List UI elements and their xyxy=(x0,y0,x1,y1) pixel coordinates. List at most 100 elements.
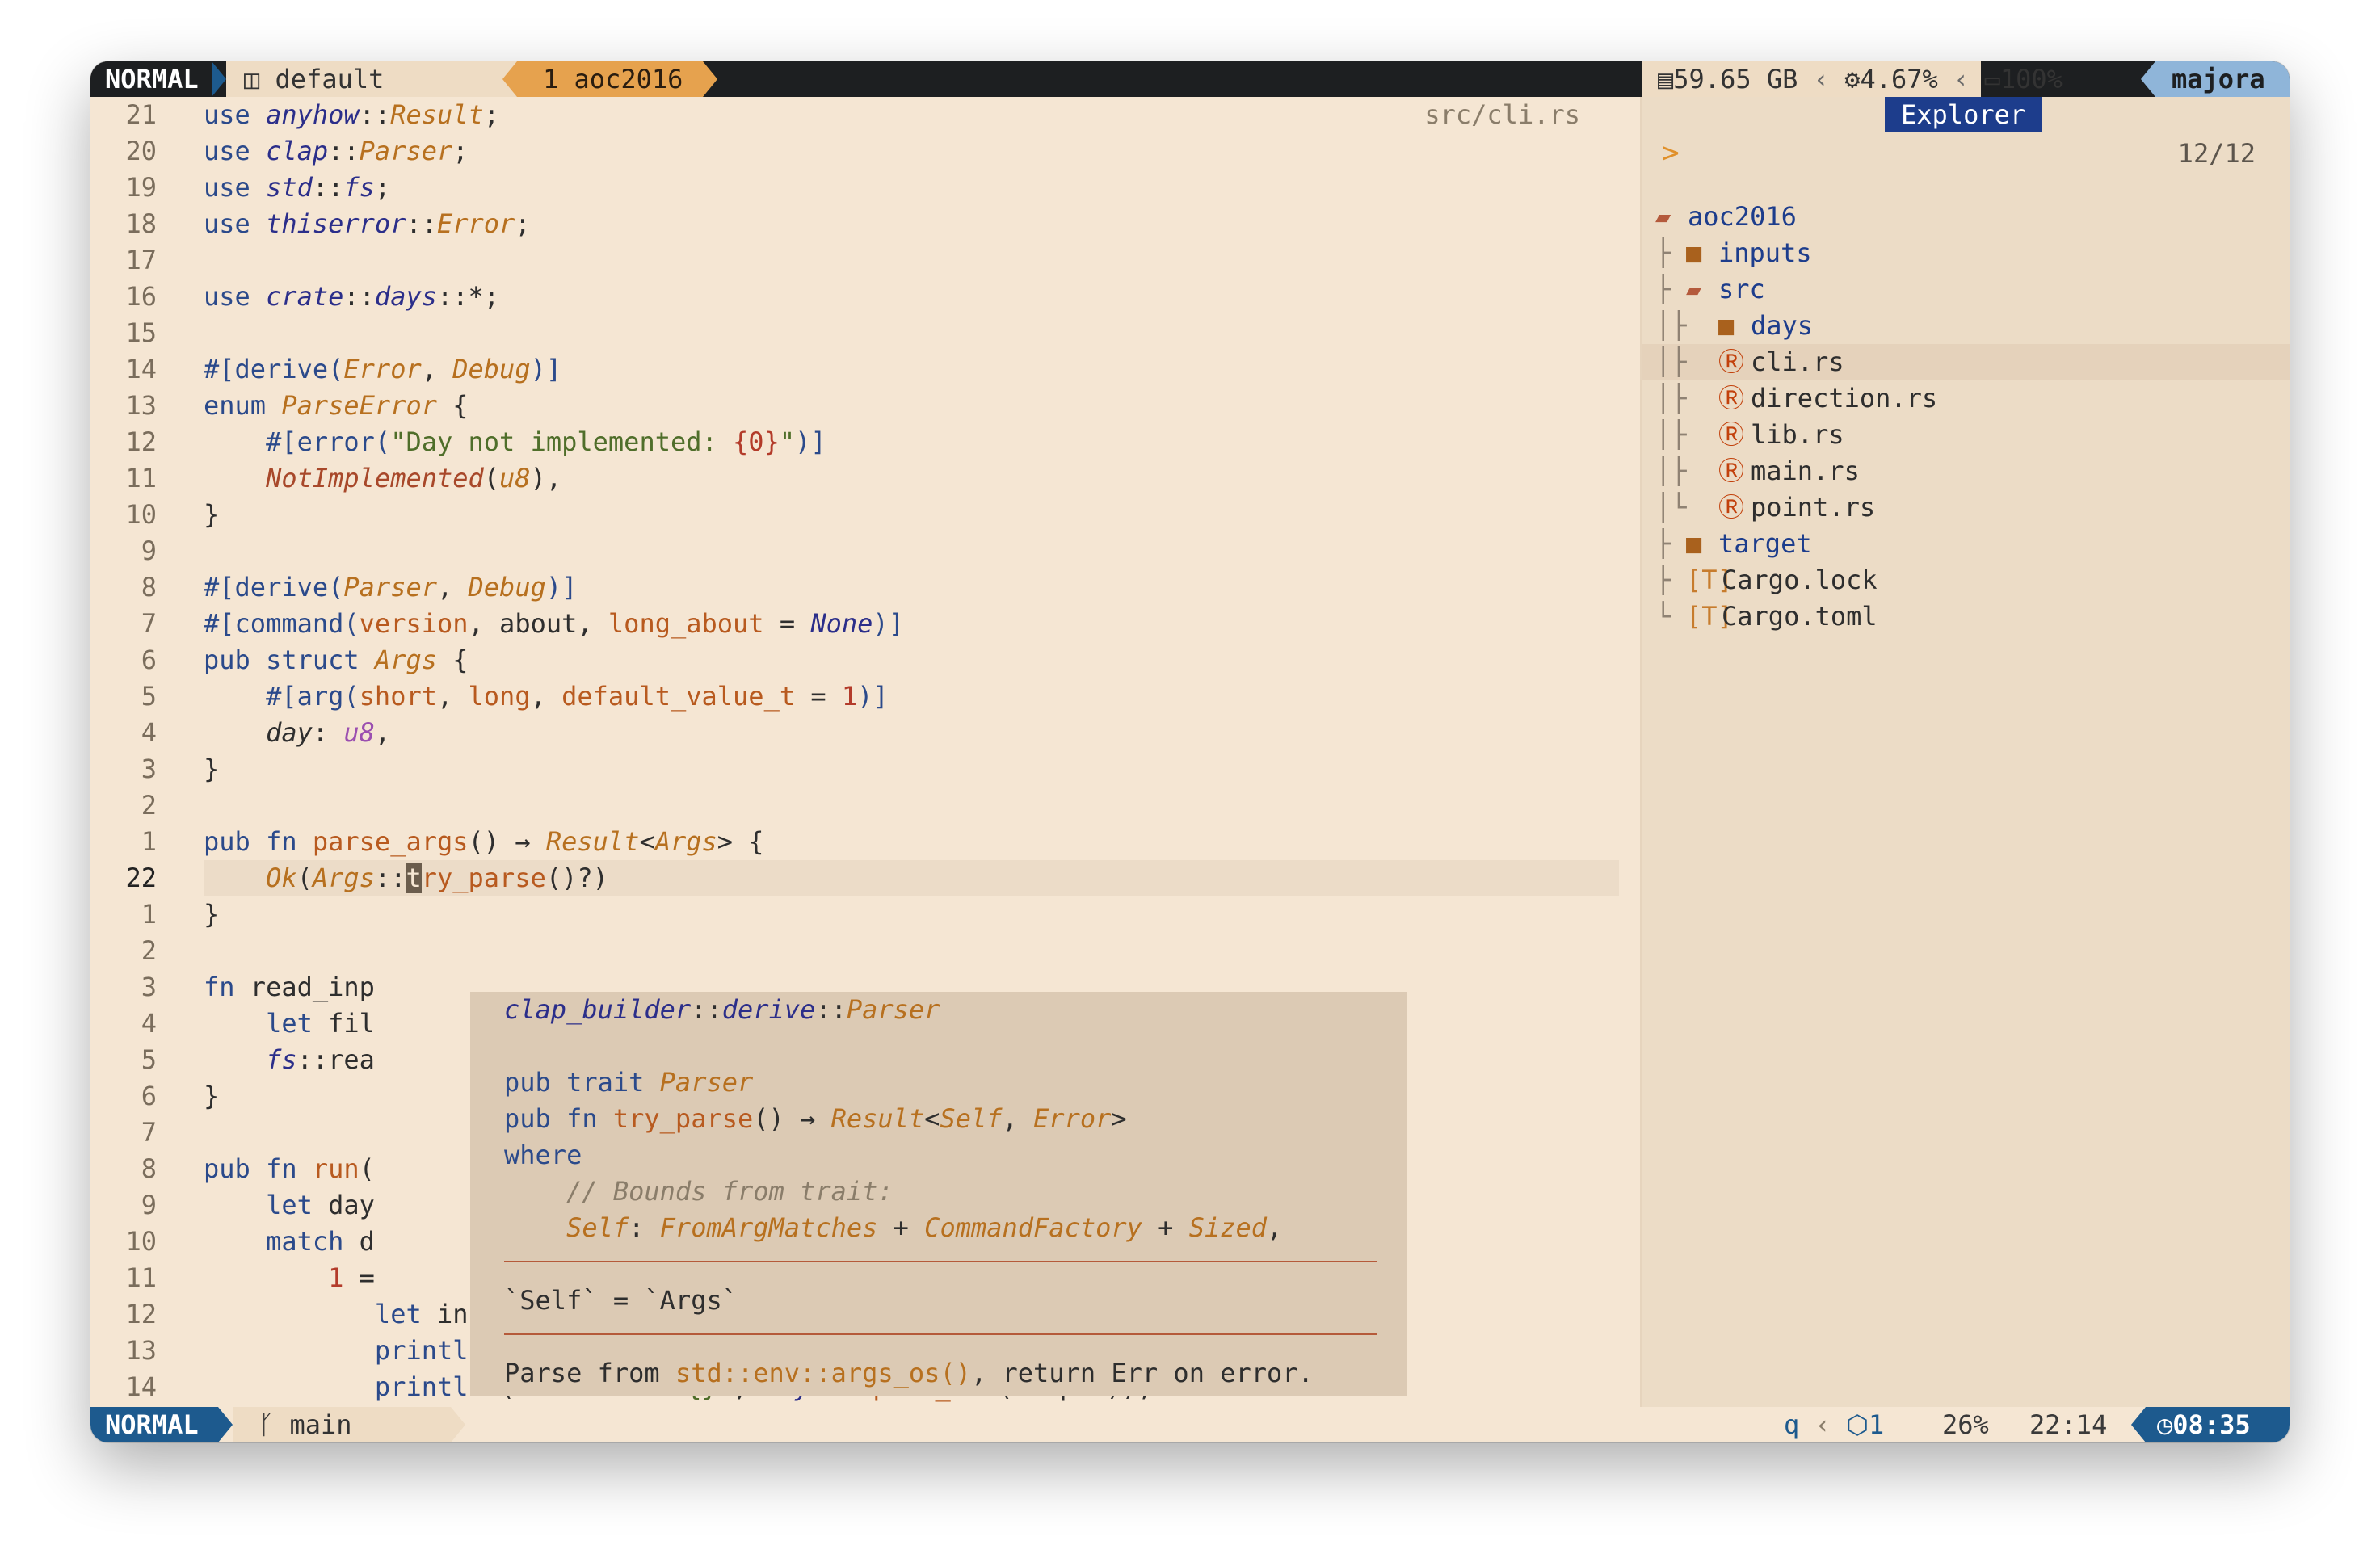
separator-arrow xyxy=(502,61,517,97)
line-number: 11 xyxy=(125,463,157,493)
code-line[interactable]: #[derive(Parser, Debug)] xyxy=(204,569,577,606)
tree-item[interactable]: │├ Ⓡcli.rs xyxy=(1642,344,2290,380)
code-line[interactable]: enum ParseError { xyxy=(204,388,469,424)
rust-icon: Ⓡ xyxy=(1718,383,1745,414)
code-line[interactable]: let fil xyxy=(204,1006,375,1042)
separator-arrow xyxy=(212,61,226,97)
layout-tab[interactable]: ◫ default xyxy=(226,61,517,97)
cpu-icon: ⚙ xyxy=(1844,64,1861,94)
code-line[interactable]: use std::fs; xyxy=(204,170,390,206)
cpu-usage: 4.67% xyxy=(1860,64,1938,94)
line-number: 11 xyxy=(125,1262,157,1293)
line-number: 2 xyxy=(141,935,157,966)
hover-signature: pub trait Parser xyxy=(504,1067,754,1098)
line-number: 20 xyxy=(125,136,157,166)
tree-item[interactable]: ├ ■ target xyxy=(1642,526,2290,562)
line-number: 6 xyxy=(141,645,157,675)
hover-where: where xyxy=(504,1140,582,1170)
folder-open-icon: ▰ xyxy=(1686,274,1702,304)
code-line[interactable]: } xyxy=(204,497,219,533)
tree-item-label: target xyxy=(1718,528,1812,559)
battery-icon: ▭ xyxy=(1984,64,2000,94)
statusline: NORMAL ᚴ main q ‹ ⬡1 26% 22:14 ◷08:35 xyxy=(90,1407,2290,1442)
line-number: 22 xyxy=(125,863,157,893)
line-number: 7 xyxy=(141,608,157,639)
line-number: 12 xyxy=(125,426,157,457)
code-line[interactable]: let day xyxy=(204,1187,375,1224)
hover-comment: // Bounds from trait: xyxy=(566,1176,894,1207)
hover-documentation-popup[interactable]: clap_builder::derive::Parser pub trait P… xyxy=(470,992,1407,1396)
hover-signature: pub fn try_parse() → Result<Self, Error> xyxy=(504,1103,1127,1134)
tree-item[interactable]: ├ ▰ src xyxy=(1642,271,2290,308)
code-line[interactable]: pub struct Args { xyxy=(204,642,469,678)
code-line[interactable]: use clap::Parser; xyxy=(204,133,469,170)
line-number: 3 xyxy=(141,972,157,1002)
code-line[interactable]: } xyxy=(204,1078,219,1115)
code-line-current[interactable]: Ok(Args::try_parse()?) xyxy=(204,860,608,896)
separator-arrow xyxy=(218,1407,233,1442)
diagnostics-icon: ⬡ xyxy=(1846,1409,1869,1440)
code-line[interactable]: #[command(version, about, long_about = N… xyxy=(204,606,904,642)
code-line[interactable]: } xyxy=(204,896,219,933)
code-line[interactable]: use anyhow::Result; xyxy=(204,97,499,133)
tree-item-label: Cargo.lock xyxy=(1722,565,1878,595)
tree-item-label: src xyxy=(1718,274,1765,304)
tree-guide: ├ xyxy=(1655,274,1671,304)
rust-icon: Ⓡ xyxy=(1718,492,1745,523)
tree-item[interactable]: └ [T] Cargo.toml xyxy=(1642,598,2290,635)
clock: ◷08:35 xyxy=(2146,1407,2290,1442)
mode-indicator: NORMAL xyxy=(90,61,212,97)
tree-item-label: point.rs xyxy=(1751,492,1876,523)
line-number: 14 xyxy=(125,1371,157,1402)
code-line[interactable]: 1 = xyxy=(204,1260,375,1296)
line-number: 10 xyxy=(125,499,157,530)
code-line[interactable]: fn read_inp xyxy=(204,969,375,1006)
line-number: 16 xyxy=(125,281,157,312)
tree-item[interactable]: │├ Ⓡlib.rs xyxy=(1642,417,2290,453)
git-branch-icon: ᚴ xyxy=(259,1409,290,1440)
tree-guide: ├ xyxy=(1655,237,1671,268)
tree-item[interactable]: │├ Ⓡdirection.rs xyxy=(1642,380,2290,417)
cursor-position: 22:14 xyxy=(2029,1409,2108,1440)
code-line[interactable]: pub fn run( xyxy=(204,1151,375,1187)
code-line[interactable]: use crate::days::*; xyxy=(204,279,499,315)
tree-item[interactable]: │├ Ⓡmain.rs xyxy=(1642,453,2290,489)
tree-guide: │├ xyxy=(1655,456,1687,486)
tree-item-label: inputs xyxy=(1718,237,1812,268)
line-number: 15 xyxy=(125,317,157,348)
editor-pane[interactable]: src/cli.rs 21 20 19 18 17 16 15 14 13 12 11 10 9 8 7 6 5… xyxy=(90,97,1638,1407)
code-line[interactable]: #[arg(short, long, default_value_t = 1)] xyxy=(204,678,889,715)
code-line[interactable]: use thiserror::Error; xyxy=(204,206,531,242)
recording-register: q xyxy=(1784,1409,1800,1440)
rust-icon: Ⓡ xyxy=(1718,419,1745,450)
layout-icon: ◫ xyxy=(244,64,260,94)
code-line[interactable]: NotImplemented(u8), xyxy=(204,460,561,497)
code-line[interactable]: #[derive(Error, Debug)] xyxy=(204,351,561,388)
code-line[interactable]: match d xyxy=(204,1224,375,1260)
session-tab[interactable]: 1 aoc2016 xyxy=(517,61,703,97)
terminal-window: NORMAL ◫ default 1 aoc2016 ▤59.65 GB ‹ ⚙… xyxy=(90,61,2290,1442)
code-line[interactable]: pub fn parse_args() → Result<Args> { xyxy=(204,824,764,860)
code-line[interactable]: day: u8, xyxy=(204,715,390,751)
scroll-percent: 26% xyxy=(1942,1409,1989,1440)
tree-item[interactable]: ├ [T] Cargo.lock xyxy=(1642,562,2290,598)
file-explorer[interactable]: Explorer > 12/12 ▰ aoc2016 ├ ■ inputs ├ ▰ src │├… xyxy=(1642,97,2290,1407)
tree-guide: └ xyxy=(1655,601,1671,632)
tabline: NORMAL ◫ default 1 aoc2016 ▤59.65 GB ‹ ⚙… xyxy=(90,61,2290,97)
diagnostics-count[interactable]: 1 xyxy=(1869,1409,1884,1440)
code-line[interactable]: } xyxy=(204,751,219,787)
hover-doc: Parse from std::env::args_os(), return E… xyxy=(504,1358,1314,1388)
tree-item[interactable]: ▰ aoc2016 xyxy=(1642,199,2290,235)
tree-item[interactable]: ├ ■ inputs xyxy=(1642,235,2290,271)
line-number: 19 xyxy=(125,172,157,203)
tree-guide: │├ xyxy=(1655,419,1687,450)
line-number: 14 xyxy=(125,354,157,384)
code-line[interactable]: #[error("Day not implemented: {0}")] xyxy=(204,424,826,460)
tree-guide: │├ xyxy=(1655,310,1687,341)
chevron-right-icon[interactable]: > xyxy=(1662,136,1680,171)
tree-item[interactable]: │├ ■ days xyxy=(1642,308,2290,344)
disk-usage: 59.65 GB xyxy=(1673,64,1798,94)
tree-item[interactable]: │└ Ⓡpoint.rs xyxy=(1642,489,2290,526)
git-branch[interactable]: ᚴ main xyxy=(233,1407,451,1442)
line-number: 5 xyxy=(141,681,157,712)
